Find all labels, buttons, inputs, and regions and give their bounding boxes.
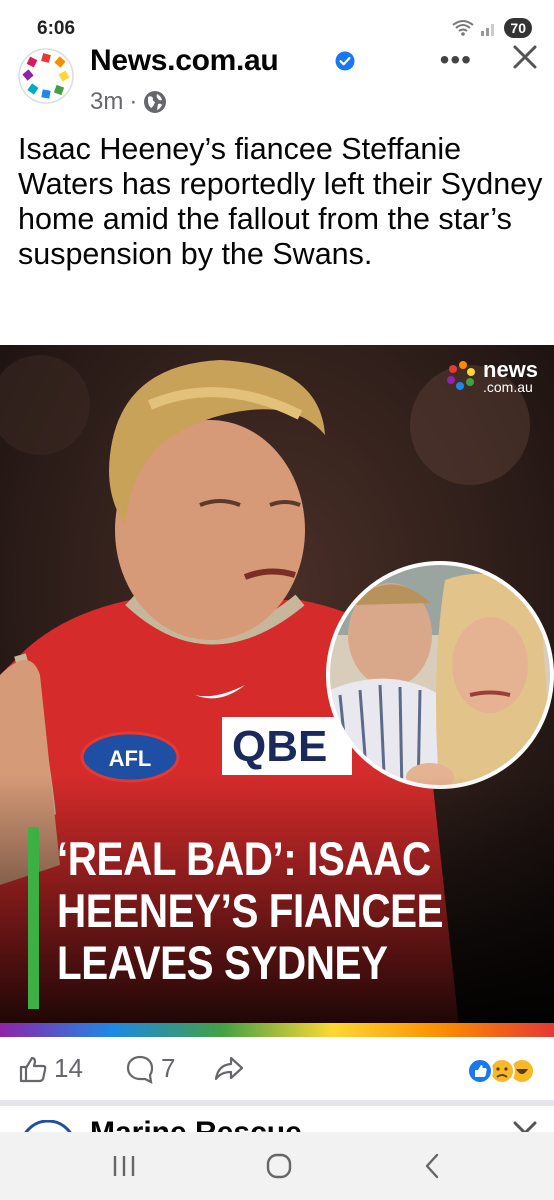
post-header: News.com.au 3m · •••: [0, 40, 554, 120]
brand-stripe: [0, 1023, 554, 1037]
post-meta: 3m ·: [90, 88, 167, 116]
verified-badge-icon: [335, 51, 355, 71]
share-icon: [214, 1056, 244, 1081]
page-avatar[interactable]: [18, 48, 74, 104]
comment-button[interactable]: 7: [125, 1053, 175, 1084]
afl-badge-text: AFL: [109, 746, 152, 771]
post-text[interactable]: Isaac Heeney’s fiancee Steffanie Waters …: [18, 132, 543, 272]
next-post-page-name: Marine Rescue: [90, 1116, 302, 1132]
post-action-bar: 14 7: [0, 1040, 554, 1104]
headline-line-1: ‘REAL BAD’: ISAAC: [57, 832, 431, 885]
system-navigation-bar: [0, 1132, 554, 1200]
home-icon[interactable]: [265, 1152, 293, 1180]
like-count: 14: [54, 1053, 83, 1083]
headline-line-2: HEENEY’S FIANCEE: [57, 884, 444, 937]
battery-indicator: 70: [504, 18, 532, 38]
sponsor-text: QBE: [232, 722, 327, 771]
status-time: 6:06: [37, 18, 76, 39]
next-post-header[interactable]: Marine Rescue: [0, 1106, 554, 1132]
comment-icon: [126, 1055, 154, 1084]
status-icons: 70: [452, 18, 532, 38]
status-bar: 6:06 70: [0, 0, 554, 40]
headline-accent-bar: [28, 827, 39, 1009]
reaction-icons: [467, 1058, 535, 1084]
wifi-icon: [452, 20, 475, 36]
post-time: 3m: [90, 88, 124, 115]
next-post-avatar: [24, 1120, 72, 1132]
comment-count: 7: [161, 1053, 176, 1083]
thumbs-up-icon: [19, 1056, 47, 1082]
headline-line-3: LEAVES SYDNEY: [57, 936, 388, 989]
image-headline: ‘REAL BAD’: ISAAC HEENEY’S FIANCEE LEAVE…: [57, 833, 470, 989]
recent-apps-icon[interactable]: [110, 1154, 138, 1178]
meta-separator: ·: [129, 88, 138, 115]
share-button[interactable]: [213, 1053, 245, 1083]
more-options-icon[interactable]: •••: [440, 44, 472, 76]
like-button[interactable]: 14: [18, 1053, 83, 1084]
page-name[interactable]: News.com.au: [90, 44, 279, 78]
back-icon[interactable]: [422, 1152, 442, 1180]
reactions-summary[interactable]: [466, 1057, 536, 1085]
signal-icon: [481, 24, 495, 36]
post-image[interactable]: AFL QBE news .com.au ‘REAL BAD’: ISAAC H…: [0, 345, 554, 1037]
close-icon[interactable]: [512, 44, 538, 70]
brand-text-domain: .com.au: [483, 379, 533, 395]
globe-icon: [144, 91, 167, 113]
next-post-close-icon[interactable]: [512, 1120, 538, 1132]
